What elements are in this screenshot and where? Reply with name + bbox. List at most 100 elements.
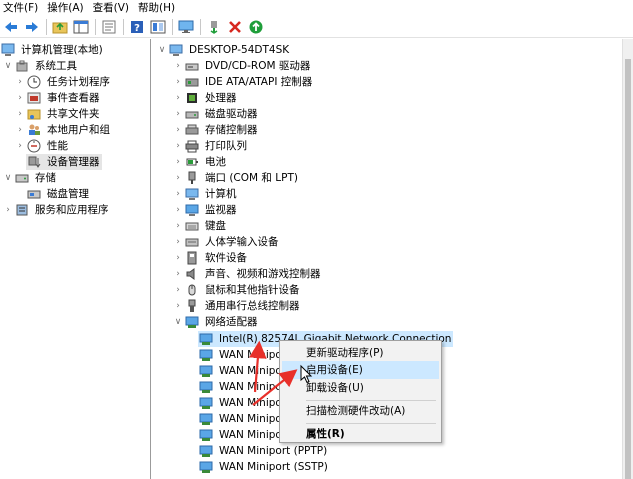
uninstall-icon[interactable] [226,18,244,36]
clock-icon [26,74,42,90]
back-icon[interactable] [2,18,20,36]
category-hid[interactable]: › 人体学输入设备 [172,234,281,250]
disk-management-icon [26,186,42,202]
tree-storage[interactable]: ∨ 存储 [2,170,58,186]
tree-item-device-manager[interactable]: 设备管理器 [26,154,102,170]
printer-icon [184,138,200,154]
device-wan-1[interactable]: WAN Minipo [198,347,284,363]
menu-enable-device[interactable]: 启用设备(E) [282,361,439,379]
chevron-down-icon[interactable]: ∨ [156,42,168,58]
chevron-right-icon[interactable]: › [172,218,184,234]
help-icon[interactable]: ? [128,18,146,36]
chevron-right-icon[interactable]: › [172,202,184,218]
processor-icon [184,90,200,106]
category-battery[interactable]: › 电池 [172,154,228,170]
menu-uninstall-device[interactable]: 卸载设备(U) [282,379,439,397]
chevron-right-icon[interactable]: › [14,74,26,90]
chevron-right-icon[interactable]: › [172,266,184,282]
update-driver-icon[interactable] [205,18,223,36]
network-adapter-icon [198,331,214,347]
device-wan-2[interactable]: WAN Minipo [198,363,284,379]
chevron-right-icon[interactable]: › [14,106,26,122]
chevron-right-icon[interactable]: › [2,202,14,218]
vertical-scrollbar[interactable] [622,39,633,479]
menu-file[interactable]: 文件(F) [0,0,44,16]
properties-sheet-icon[interactable] [100,18,118,36]
chevron-right-icon[interactable]: › [172,74,184,90]
category-network-adapters[interactable]: ∨ 网络适配器 [172,314,260,330]
menu-view[interactable]: 查看(V) [90,0,135,16]
tree-item-shared-folders[interactable]: › 共享文件夹 [14,106,102,122]
chevron-right-icon[interactable]: › [172,250,184,266]
chevron-right-icon[interactable]: › [14,90,26,106]
chevron-right-icon[interactable]: › [172,58,184,74]
chevron-right-icon[interactable]: › [172,170,184,186]
network-adapter-icon [198,379,214,395]
dvd-drive-icon [184,58,200,74]
performance-icon [26,138,42,154]
category-usb[interactable]: › 通用串行总线控制器 [172,298,302,314]
port-icon [184,170,200,186]
category-processor[interactable]: › 处理器 [172,90,239,106]
category-dvd[interactable]: › DVD/CD-ROM 驱动器 [172,58,312,74]
enable-device-icon[interactable] [247,18,265,36]
tree-item-task-scheduler[interactable]: › 任务计划程序 [14,74,112,90]
device-wan-sstp[interactable]: WAN Miniport (SSTP) [198,459,330,475]
device-wan-6[interactable]: WAN Minipo [198,427,284,443]
menu-scan-hardware[interactable]: 扫描检测硬件改动(A) [282,402,439,420]
tree-services[interactable]: › 服务和应用程序 [2,202,111,218]
chevron-down-icon[interactable]: ∨ [2,170,14,186]
tree-item-performance[interactable]: › 性能 [14,138,70,154]
category-software-devices[interactable]: › 软件设备 [172,250,249,266]
device-wan-pptp[interactable]: WAN Miniport (PPTP) [198,443,329,459]
chevron-right-icon[interactable]: › [172,282,184,298]
speaker-icon [184,266,200,282]
category-monitors[interactable]: › 监视器 [172,202,239,218]
chevron-right-icon[interactable]: › [172,234,184,250]
tree-item-local-users[interactable]: › 本地用户和组 [14,122,112,138]
folder-up-icon[interactable] [51,18,69,36]
monitor-icon[interactable] [177,18,195,36]
chevron-right-icon[interactable]: › [172,154,184,170]
category-mice[interactable]: › 鼠标和其他指针设备 [172,282,302,298]
chevron-right-icon[interactable]: › [172,186,184,202]
tree-item-disk-management[interactable]: 磁盘管理 [26,186,91,202]
category-print-queues[interactable]: › 打印队列 [172,138,249,154]
menu-separator [306,400,436,401]
device-wan-3[interactable]: WAN Minipo [198,379,284,395]
show-hide-tree-icon[interactable] [72,18,90,36]
toolbar: ? [0,16,633,38]
chevron-down-icon[interactable]: ∨ [2,58,14,74]
menu-properties[interactable]: 属性(R) [282,425,439,443]
chevron-down-icon[interactable]: ∨ [172,314,184,330]
device-wan-5[interactable]: WAN Minipo [198,411,284,427]
category-storage-controllers[interactable]: › 存储控制器 [172,122,260,138]
tree-root[interactable]: 计算机管理(本地) [0,42,105,58]
menu-action[interactable]: 操作(A) [44,0,89,16]
menu-help[interactable]: 帮助(H) [135,0,181,16]
chevron-right-icon[interactable]: › [172,122,184,138]
category-ide[interactable]: › IDE ATA/ATAPI 控制器 [172,74,314,90]
chevron-right-icon[interactable]: › [172,298,184,314]
forward-icon[interactable] [23,18,41,36]
device-manager-icon [26,154,42,170]
category-ports[interactable]: › 端口 (COM 和 LPT) [172,170,300,186]
category-keyboards[interactable]: › 键盘 [172,218,228,234]
chevron-right-icon[interactable]: › [14,138,26,154]
tree-item-event-viewer[interactable]: › 事件查看器 [14,90,102,106]
chevron-right-icon[interactable]: › [172,90,184,106]
category-disk-drives[interactable]: › 磁盘驱动器 [172,106,260,122]
mouse-icon [184,282,200,298]
device-wan-4[interactable]: WAN Minipo [198,395,284,411]
category-sound[interactable]: › 声音、视频和游戏控制器 [172,266,323,282]
device-tree-root[interactable]: ∨ DESKTOP-54DT4SK [156,42,291,58]
menu-update-driver[interactable]: 更新驱动程序(P) [282,344,439,362]
computer-management-icon [0,42,16,58]
chevron-right-icon[interactable]: › [172,106,184,122]
category-computer[interactable]: › 计算机 [172,186,239,202]
chevron-right-icon[interactable]: › [172,138,184,154]
tree-system-tools[interactable]: ∨ 系统工具 [2,58,79,74]
view-icon[interactable] [149,18,167,36]
chevron-right-icon[interactable]: › [14,122,26,138]
scrollbar-thumb[interactable] [625,59,631,479]
